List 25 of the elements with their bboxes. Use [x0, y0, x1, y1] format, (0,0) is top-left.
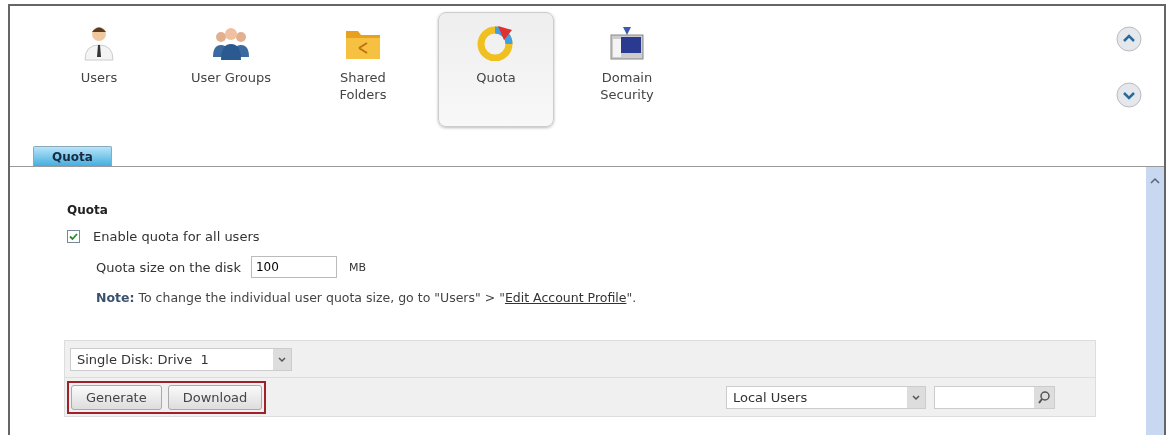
checkbox[interactable]	[67, 230, 80, 243]
quota-size-field[interactable]: 100	[250, 256, 337, 278]
nav-item[interactable]: Shared Folders	[298, 12, 428, 127]
scrollbar[interactable]	[1146, 167, 1164, 435]
search-field[interactable]	[934, 385, 1055, 409]
tab[interactable]: Quota	[33, 146, 112, 166]
action-button[interactable]: Download	[167, 384, 263, 410]
user-type-dropdown[interactable]: Local Users	[726, 385, 926, 409]
unit-label: MB	[348, 260, 366, 274]
action-button[interactable]: Generate	[71, 384, 162, 410]
note-text: Note: To change the individual user quota size, go to "Users" > "Edit Account Profile".	[95, 290, 638, 305]
dropdown-caret-icon[interactable]	[907, 386, 925, 408]
checkbox-label: Enable quota for all users	[93, 229, 260, 244]
scroll-up-icon[interactable]	[1116, 26, 1142, 52]
disk-dropdown[interactable]: Single Disk: Drive 1	[70, 347, 292, 371]
nav-item[interactable]: Users	[34, 12, 164, 127]
scroll-down-icon[interactable]	[1116, 82, 1142, 108]
nav-item[interactable]: User Groups	[166, 12, 296, 127]
nav-item[interactable]: Quota	[438, 12, 554, 127]
nav-item[interactable]: Domain Security	[562, 12, 692, 127]
search-icon[interactable]	[1034, 386, 1054, 408]
dropdown-caret-icon[interactable]	[273, 348, 291, 370]
section-title: Quota	[67, 203, 109, 217]
account-profile-link[interactable]: Edit Account Profile	[504, 290, 627, 305]
field-label: Quota size on the disk	[96, 259, 241, 275]
